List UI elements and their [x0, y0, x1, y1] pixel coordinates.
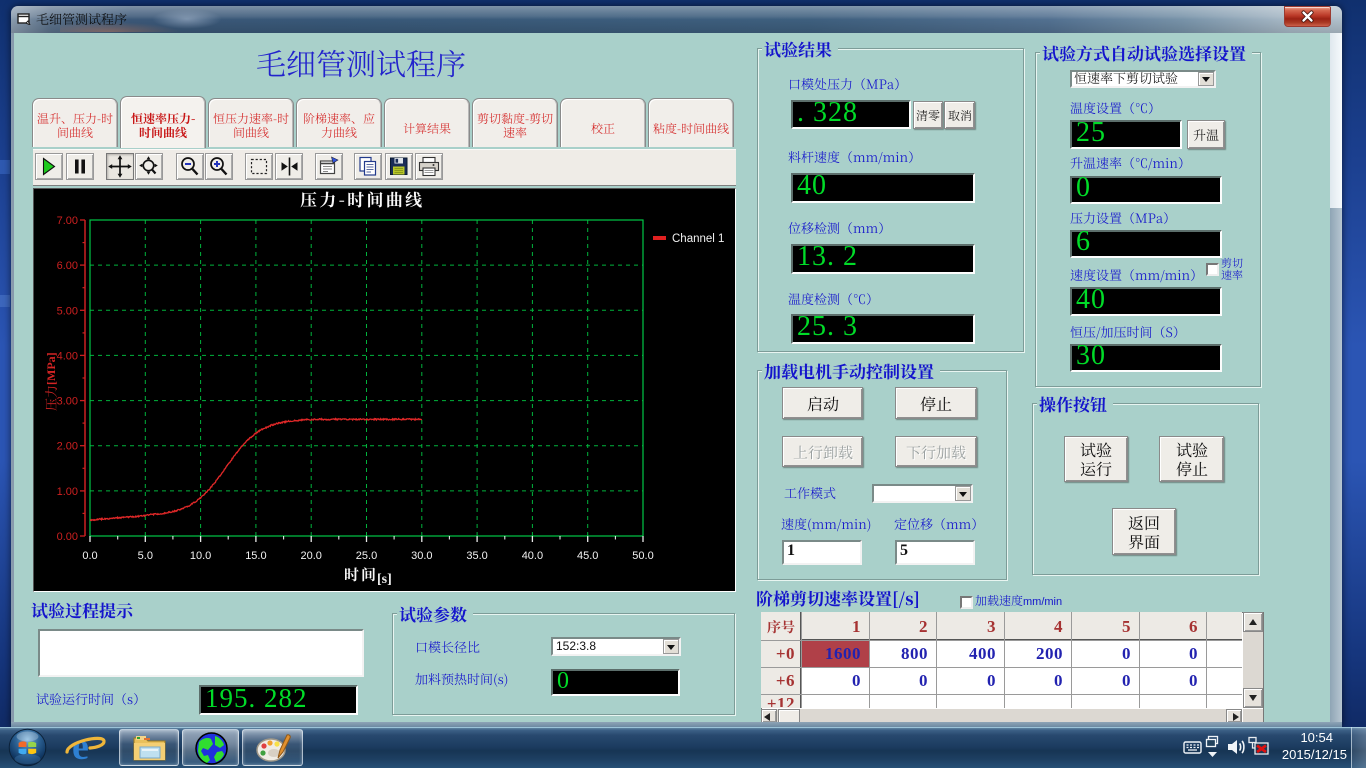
svg-text:40.0: 40.0: [522, 550, 543, 562]
svg-text:2.00: 2.00: [57, 441, 78, 453]
svg-text:20.0: 20.0: [300, 550, 321, 562]
svg-text:25.0: 25.0: [356, 550, 377, 562]
svg-text:e: e: [72, 727, 89, 767]
svg-text:1.00: 1.00: [57, 486, 78, 498]
svg-text:[MPa]: [MPa]: [44, 352, 58, 385]
svg-text:35.0: 35.0: [466, 550, 487, 562]
svg-text:7.00: 7.00: [57, 215, 78, 227]
svg-text:5.00: 5.00: [57, 305, 78, 317]
svg-text:50.0: 50.0: [632, 550, 653, 562]
svg-text:0.0: 0.0: [82, 550, 97, 562]
svg-text:0.00: 0.00: [57, 531, 78, 543]
svg-text:6.00: 6.00: [57, 260, 78, 272]
svg-text:45.0: 45.0: [577, 550, 598, 562]
svg-text:5.0: 5.0: [138, 550, 153, 562]
svg-text:10.0: 10.0: [190, 550, 211, 562]
svg-text:30.0: 30.0: [411, 550, 432, 562]
svg-text:4.00: 4.00: [57, 350, 78, 362]
svg-text:Channel 1: Channel 1: [672, 233, 724, 245]
svg-text:15.0: 15.0: [245, 550, 266, 562]
svg-text:3.00: 3.00: [57, 396, 78, 408]
